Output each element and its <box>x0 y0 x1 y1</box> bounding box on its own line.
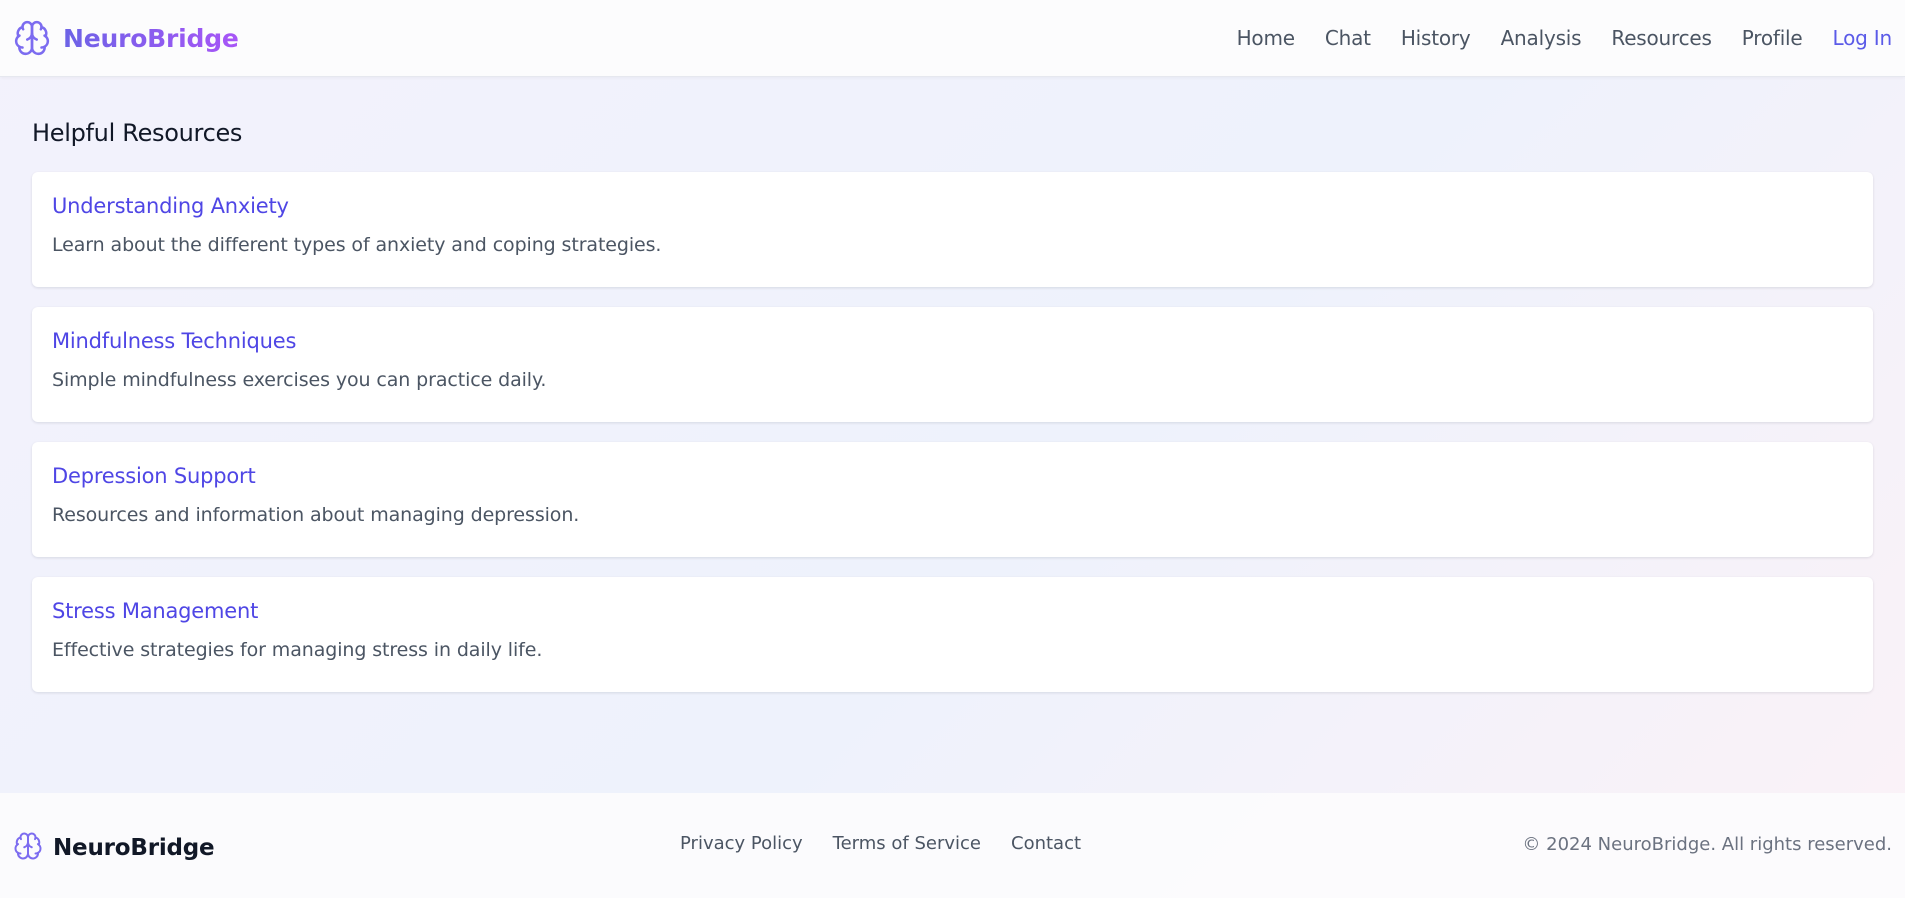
resource-title-link[interactable]: Mindfulness Techniques <box>52 329 1853 353</box>
resource-card: Mindfulness Techniques Simple mindfulnes… <box>32 307 1873 422</box>
brand-name: NeuroBridge <box>63 23 239 53</box>
resource-description: Effective strategies for managing stress… <box>52 639 543 661</box>
resource-title-link[interactable]: Depression Support <box>52 464 1853 488</box>
main-content: Helpful Resources Understanding Anxiety … <box>0 77 1905 793</box>
footer-brand-link[interactable]: NeuroBridge <box>13 831 215 865</box>
resource-card: Understanding Anxiety Learn about the di… <box>32 172 1873 287</box>
page-title: Helpful Resources <box>32 119 243 147</box>
brain-icon <box>13 831 43 865</box>
footer-nav: Privacy Policy Terms of Service Contact <box>680 833 1081 854</box>
copyright-text: © 2024 NeuroBridge. All rights reserved. <box>1522 834 1892 855</box>
brand-home-link[interactable]: NeuroBridge <box>13 19 239 57</box>
nav-analysis[interactable]: Analysis <box>1501 26 1582 50</box>
resource-title-link[interactable]: Understanding Anxiety <box>52 194 1853 218</box>
nav-resources[interactable]: Resources <box>1611 26 1712 50</box>
resource-card: Depression Support Resources and informa… <box>32 442 1873 557</box>
resource-title-link[interactable]: Stress Management <box>52 599 1853 623</box>
nav-home[interactable]: Home <box>1237 26 1295 50</box>
nav-history[interactable]: History <box>1401 26 1471 50</box>
privacy-policy-link[interactable]: Privacy Policy <box>680 833 803 854</box>
page-footer: NeuroBridge Privacy Policy Terms of Serv… <box>0 793 1905 898</box>
main-nav: Home Chat History Analysis Resources Pro… <box>1237 26 1893 50</box>
brain-icon <box>13 19 51 57</box>
login-link[interactable]: Log In <box>1833 26 1893 50</box>
resource-description: Simple mindfulness exercises you can pra… <box>52 369 547 391</box>
footer-brand-name: NeuroBridge <box>53 835 215 861</box>
resource-card: Stress Management Effective strategies f… <box>32 577 1873 692</box>
resource-list: Understanding Anxiety Learn about the di… <box>32 172 1873 712</box>
nav-chat[interactable]: Chat <box>1325 26 1371 50</box>
nav-profile[interactable]: Profile <box>1742 26 1803 50</box>
contact-link[interactable]: Contact <box>1011 833 1081 854</box>
resource-description: Learn about the different types of anxie… <box>52 234 662 256</box>
terms-of-service-link[interactable]: Terms of Service <box>833 833 981 854</box>
top-navbar: NeuroBridge Home Chat History Analysis R… <box>0 0 1905 77</box>
resource-description: Resources and information about managing… <box>52 504 580 526</box>
